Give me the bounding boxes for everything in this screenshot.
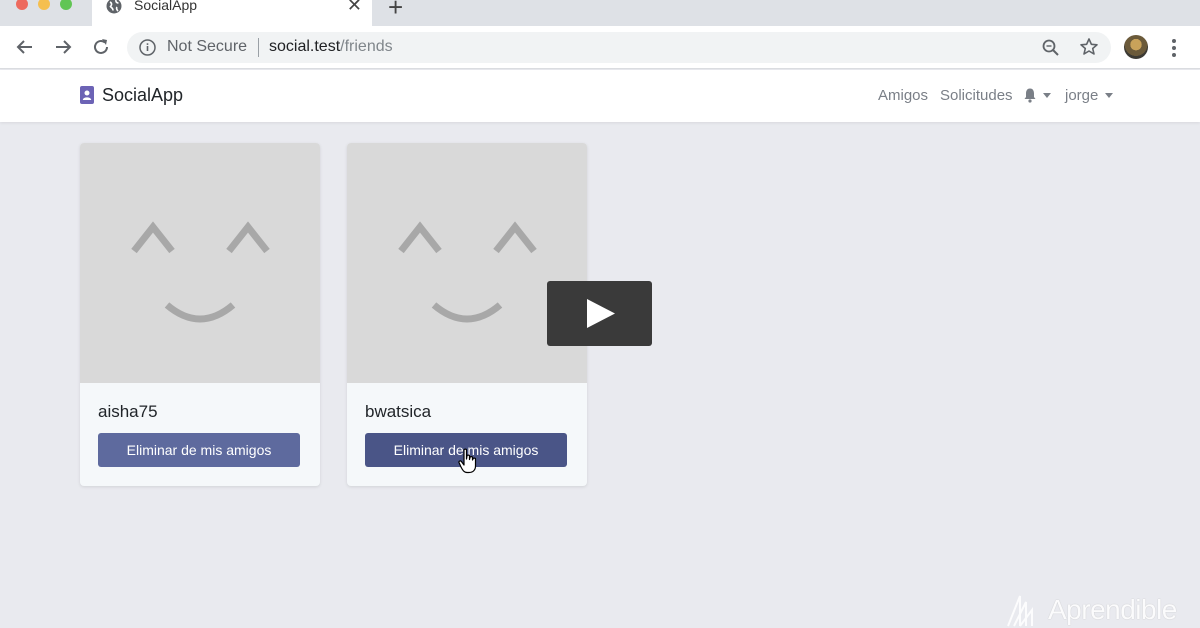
contact-book-icon — [80, 86, 94, 104]
profile-avatar[interactable] — [1124, 35, 1148, 59]
plus-icon[interactable]: + — [388, 0, 403, 23]
watermark-text: Aprendible — [1048, 594, 1177, 625]
browser-tab[interactable]: SocialApp ✕ — [92, 0, 372, 26]
reload-icon[interactable] — [90, 36, 112, 58]
globe-icon — [106, 0, 122, 14]
friend-avatar — [80, 143, 320, 383]
bell-icon[interactable] — [1022, 87, 1038, 103]
friend-username: bwatsica — [365, 402, 432, 421]
minimize-window-button[interactable] — [38, 0, 50, 10]
info-icon[interactable] — [139, 39, 156, 56]
user-menu[interactable]: jorge — [1065, 87, 1098, 104]
friend-avatar — [347, 143, 587, 383]
forward-arrow-icon[interactable] — [52, 36, 74, 58]
browser-tab-strip: SocialApp ✕ + — [0, 0, 1200, 26]
back-arrow-icon[interactable] — [14, 36, 36, 58]
omnibox-divider — [258, 38, 259, 57]
hand-cursor-icon — [458, 448, 477, 474]
aprendible-logo-icon — [1007, 595, 1033, 627]
user-caret-icon[interactable] — [1105, 93, 1113, 98]
notifications-caret-icon[interactable] — [1043, 93, 1051, 98]
star-icon[interactable] — [1079, 37, 1099, 57]
brand-link[interactable]: SocialApp — [102, 85, 183, 106]
browser-toolbar: Not Secure social.test/friends — [0, 26, 1200, 69]
watermark: Aprendible — [1004, 592, 1194, 628]
friend-username: aisha75 — [98, 402, 158, 421]
maximize-window-button[interactable] — [60, 0, 72, 10]
nav-link-amigos[interactable]: Amigos — [878, 87, 928, 104]
smiley-placeholder-icon — [131, 221, 270, 323]
close-icon[interactable]: ✕ — [347, 0, 362, 16]
menu-dots-icon[interactable] — [1166, 37, 1182, 59]
friend-card: aisha75 Eliminar de mis amigos — [80, 143, 320, 486]
tab-title: SocialApp — [134, 0, 198, 13]
security-label: Not Secure — [167, 38, 248, 55]
address-bar[interactable]: Not Secure social.test/friends — [127, 32, 1111, 63]
close-window-button[interactable] — [16, 0, 28, 10]
url-text[interactable]: social.test/friends — [269, 38, 393, 56]
app-navbar: SocialApp Amigos Solicitudes jorge — [0, 70, 1200, 122]
zoom-icon[interactable] — [1041, 38, 1061, 58]
video-play-button[interactable] — [547, 281, 652, 346]
smiley-placeholder-icon — [398, 221, 537, 323]
url-path: /friends — [340, 38, 393, 55]
play-icon — [587, 299, 615, 328]
url-host: social.test — [269, 38, 341, 55]
remove-friend-button[interactable]: Eliminar de mis amigos — [98, 433, 300, 467]
nav-link-solicitudes[interactable]: Solicitudes — [940, 87, 1013, 104]
